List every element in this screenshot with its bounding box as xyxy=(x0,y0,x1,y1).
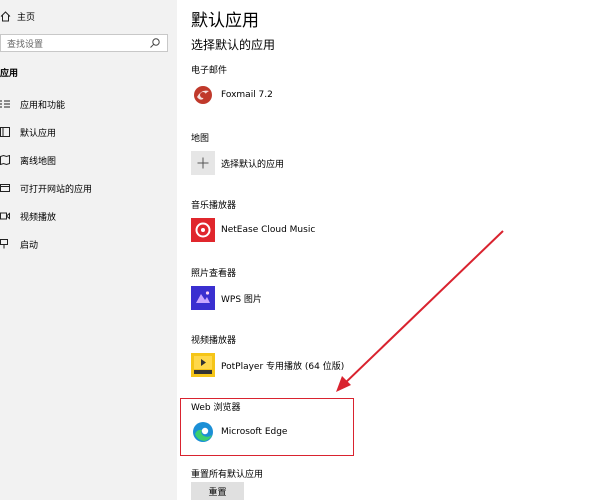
netease-music-icon xyxy=(191,218,215,242)
default-app-music-player[interactable]: NetEase Cloud Music xyxy=(191,217,431,243)
foxmail-icon xyxy=(191,83,215,107)
startup-icon xyxy=(0,239,10,249)
category-label-email: 电子邮件 xyxy=(191,66,228,76)
apps-for-websites-icon xyxy=(0,183,10,193)
category-label-music-player: 音乐播放器 xyxy=(191,201,237,211)
highlight-box xyxy=(180,398,354,456)
sidebar-item-video-playback[interactable]: 视频播放 xyxy=(0,208,56,224)
search-placeholder: 查找设置 xyxy=(7,39,44,50)
sidebar-section-title: 应用 xyxy=(0,69,19,79)
video-playback-icon xyxy=(0,211,10,221)
search-icon[interactable] xyxy=(149,37,161,49)
sidebar-item-label: 应用和功能 xyxy=(20,100,66,111)
sidebar-item-offline-maps[interactable]: 离线地图 xyxy=(0,152,56,168)
default-apps-icon xyxy=(0,127,10,137)
category-label-maps: 地图 xyxy=(191,134,210,144)
sidebar-item-apps-for-websites[interactable]: 可打开网站的应用 xyxy=(0,180,92,196)
home-icon xyxy=(0,10,11,22)
sidebar-item-apps-features[interactable]: 应用和功能 xyxy=(0,96,65,112)
search-input[interactable]: 查找设置 xyxy=(0,34,168,52)
reset-label: 重置所有默认应用 xyxy=(191,470,264,480)
potplayer-icon xyxy=(191,353,215,377)
home-label: 主页 xyxy=(17,12,36,23)
offline-maps-icon xyxy=(0,154,10,166)
default-app-photo-viewer[interactable]: WPS 图片 xyxy=(191,285,431,311)
app-name: 选择默认的应用 xyxy=(221,159,285,170)
app-name: NetEase Cloud Music xyxy=(221,225,316,235)
sidebar-item-label: 离线地图 xyxy=(20,156,57,167)
page-title: 默认应用 xyxy=(191,11,259,31)
sidebar-item-startup[interactable]: 启动 xyxy=(0,236,38,252)
apps-features-icon xyxy=(0,99,10,109)
page-subtitle: 选择默认的应用 xyxy=(191,38,276,52)
sidebar-item-label: 可打开网站的应用 xyxy=(20,184,93,195)
home-link[interactable]: 主页 xyxy=(0,8,35,24)
default-app-video-player[interactable]: PotPlayer 专用播放 (64 位版) xyxy=(191,352,431,378)
category-label-photo-viewer: 照片查看器 xyxy=(191,269,237,279)
reset-button[interactable]: 重置 xyxy=(191,482,244,500)
sidebar-item-default-apps[interactable]: 默认应用 xyxy=(0,124,56,140)
wps-picture-icon xyxy=(191,286,215,310)
app-name: PotPlayer 专用播放 (64 位版) xyxy=(221,361,345,372)
category-label-video-player: 视频播放器 xyxy=(191,336,237,346)
sidebar: 主页 查找设置 应用 应用和功能 默认应用 离线地图 可打开网站的应用 视频播放… xyxy=(0,0,177,500)
sidebar-item-label: 默认应用 xyxy=(20,128,57,139)
app-name: WPS 图片 xyxy=(221,294,262,305)
plus-icon xyxy=(191,151,215,175)
default-app-email[interactable]: Foxmail 7.2 xyxy=(191,82,431,108)
default-app-maps[interactable]: 选择默认的应用 xyxy=(191,150,431,176)
sidebar-item-label: 视频播放 xyxy=(20,212,57,223)
app-name: Foxmail 7.2 xyxy=(221,90,273,100)
sidebar-item-label: 启动 xyxy=(20,240,39,251)
